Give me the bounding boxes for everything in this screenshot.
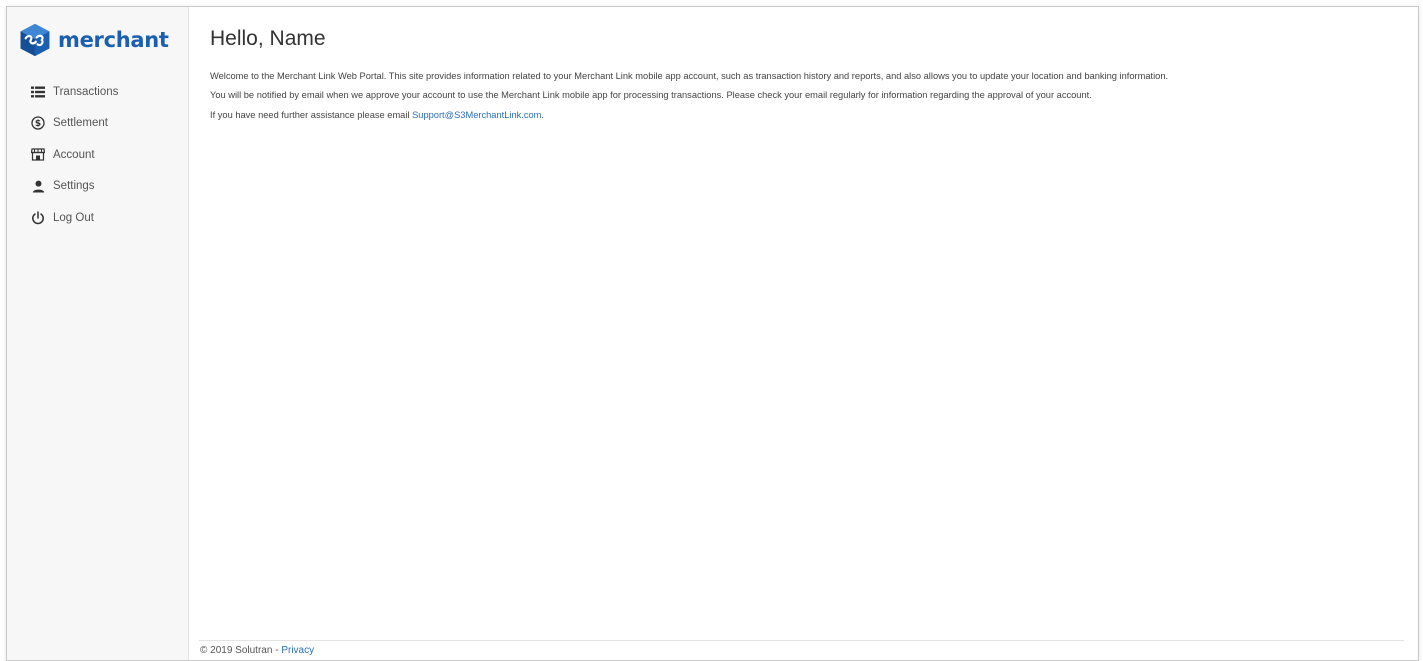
sidebar-item-log-out[interactable]: Log Out xyxy=(29,202,118,234)
sidebar-item-transactions[interactable]: Transactions xyxy=(29,76,118,108)
welcome-paragraph: Welcome to the Merchant Link Web Portal.… xyxy=(210,71,1169,81)
sidebar-nav: Transactions $ Settlement Account Settin… xyxy=(29,76,118,234)
assistance-text: If you have need further assistance plea… xyxy=(210,109,413,120)
brand-logo[interactable]: merchant xyxy=(18,23,169,57)
sidebar-item-label: Settings xyxy=(53,180,95,193)
brand-name: merchant xyxy=(58,28,169,52)
main-content: Hello, Name Welcome to the Merchant Link… xyxy=(189,7,1418,660)
sidebar: merchant Transactions $ Settlement Accou… xyxy=(7,7,189,660)
privacy-link[interactable]: Privacy xyxy=(281,645,314,656)
dollar-circle-icon: $ xyxy=(29,116,47,130)
welcome-text: Welcome to the Merchant Link Web Portal.… xyxy=(210,70,1392,128)
approval-paragraph: You will be notified by email when we ap… xyxy=(210,90,1092,101)
merchant-logo-icon xyxy=(20,23,50,57)
sidebar-item-label: Settlement xyxy=(53,117,108,130)
browser-viewport: merchant Transactions $ Settlement Accou… xyxy=(6,6,1419,661)
footer: © 2019 Solutran - Privacy xyxy=(199,640,1404,660)
sidebar-item-label: Account xyxy=(53,148,95,161)
sidebar-item-account[interactable]: Account xyxy=(29,139,118,171)
assistance-end: . xyxy=(541,109,544,120)
list-icon xyxy=(29,85,47,99)
support-email-link[interactable]: Support@S3MerchantLink.com xyxy=(412,110,541,120)
assistance-paragraph: If you have need further assistance plea… xyxy=(210,109,1392,122)
power-icon xyxy=(29,211,47,225)
sidebar-item-settings[interactable]: Settings xyxy=(29,171,118,203)
sidebar-item-label: Transactions xyxy=(53,85,119,98)
store-icon xyxy=(29,148,47,162)
sidebar-item-settlement[interactable]: $ Settlement xyxy=(29,108,118,140)
page-title: Hello, Name xyxy=(210,27,326,50)
svg-text:$: $ xyxy=(35,119,41,129)
user-icon xyxy=(29,179,47,193)
sidebar-item-label: Log Out xyxy=(53,211,94,224)
copyright-text: © 2019 Solutran - xyxy=(200,645,282,656)
